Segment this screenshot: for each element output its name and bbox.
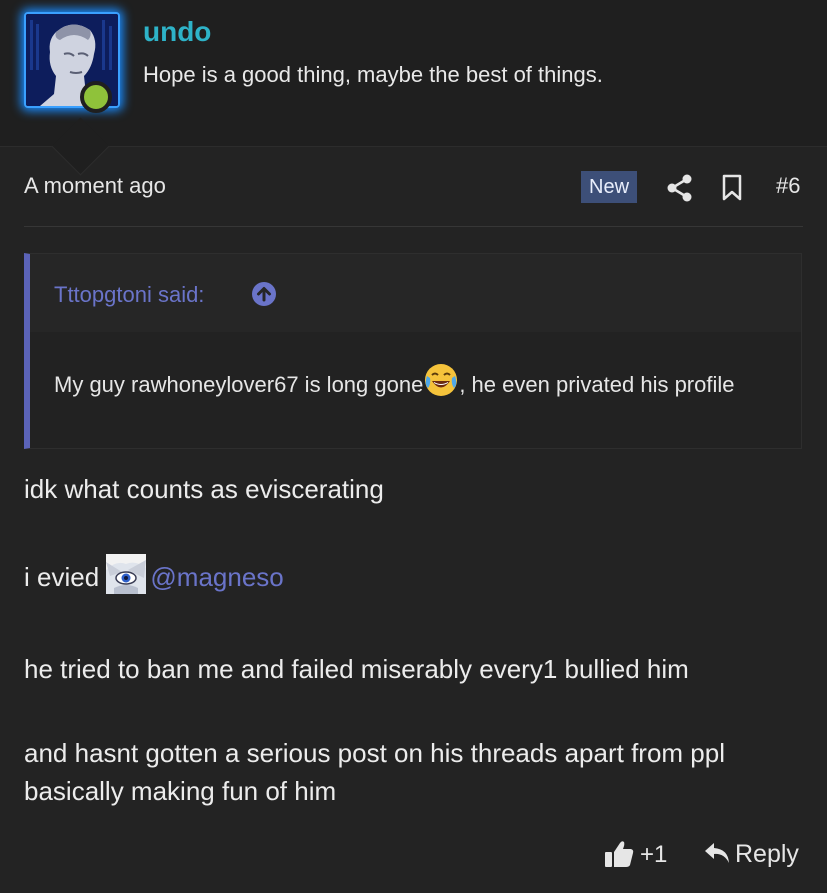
post-line-4: and hasnt gotten a serious post on his t…	[24, 738, 725, 806]
post-meta-row: A moment ago New #6	[24, 170, 803, 206]
quote-text-start: My guy rawhoneylover67 is long gone	[54, 372, 424, 397]
post-line-2: i evied @magneso	[24, 554, 814, 604]
online-status-indicator	[80, 81, 112, 113]
post-author-header: undo Hope is a good thing, maybe the bes…	[0, 0, 827, 147]
crying-laughing-emoji-icon	[423, 362, 459, 408]
quote-text-end: , he even privated his profile	[459, 372, 735, 397]
quote-block: Tttopgtoni said: My guy rawhoneylover67 …	[24, 253, 802, 449]
share-icon[interactable]	[667, 174, 693, 207]
user-mention-link[interactable]: @magneso	[150, 562, 283, 592]
bookmark-icon[interactable]	[721, 174, 743, 207]
post-timestamp[interactable]: A moment ago	[24, 173, 166, 199]
go-to-quoted-post-icon[interactable]	[251, 281, 277, 312]
thumbs-up-icon[interactable]	[604, 839, 634, 874]
reply-arrow-icon[interactable]	[704, 841, 730, 870]
post-line-2-text: i evied	[24, 562, 100, 592]
mention-avatar[interactable]	[106, 554, 147, 604]
quote-author[interactable]: Tttopgtoni said:	[54, 282, 204, 308]
meta-divider	[24, 226, 803, 227]
new-badge: New	[581, 171, 638, 203]
username[interactable]: undo	[143, 16, 211, 48]
quote-text: My guy rawhoneylover67 is long gone , he…	[54, 362, 774, 408]
post-line-3: he tried to ban me and failed miserably …	[24, 654, 689, 684]
post-actions: +1 Reply	[0, 836, 827, 876]
reply-button[interactable]: Reply	[735, 840, 799, 869]
post-body: idk what counts as eviscerating i evied …	[24, 470, 814, 856]
quote-header: Tttopgtoni said:	[30, 254, 801, 332]
post-line-1: idk what counts as eviscerating	[24, 474, 384, 504]
like-count[interactable]: +1	[640, 841, 667, 869]
post-number[interactable]: #6	[776, 173, 800, 199]
user-title: Hope is a good thing, maybe the best of …	[143, 62, 603, 87]
